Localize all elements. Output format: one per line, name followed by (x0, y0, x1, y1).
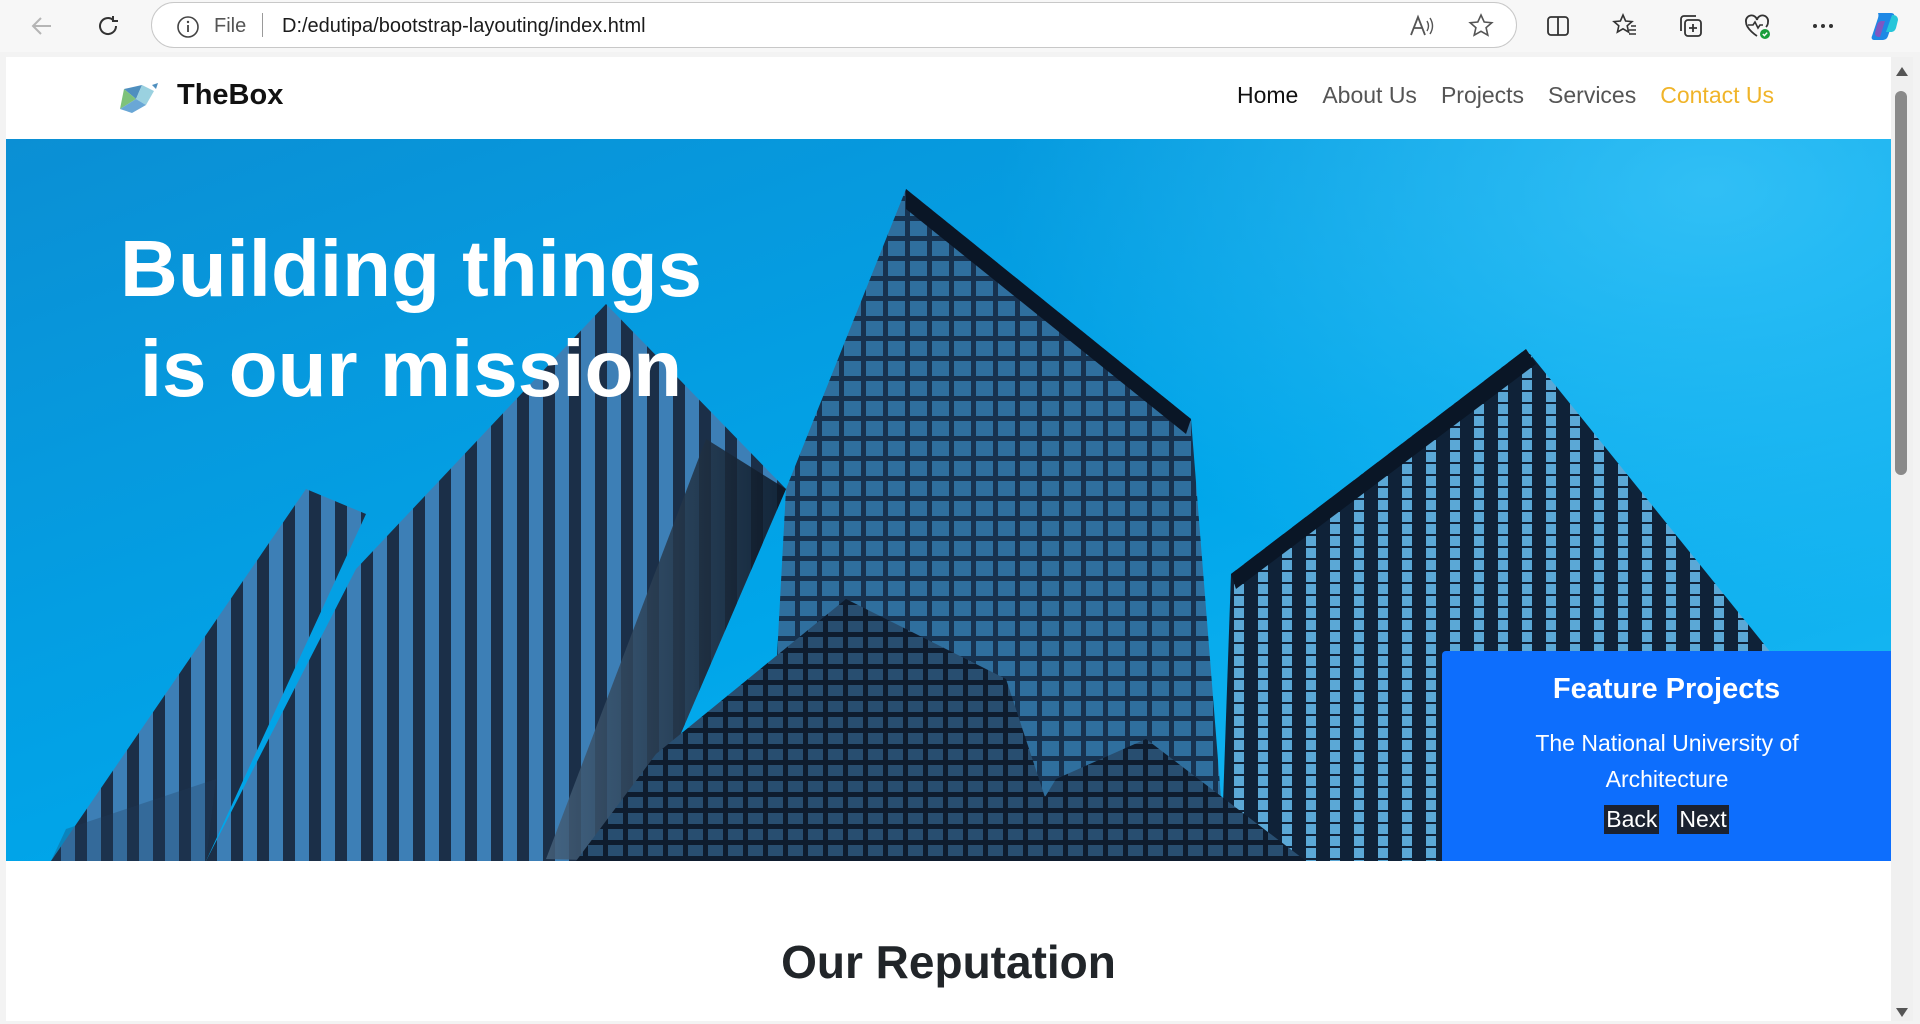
scroll-up-arrow-icon[interactable] (1896, 67, 1908, 76)
feature-card-title: Feature Projects (1552, 673, 1781, 705)
our-reputation-heading: Our Reputation (781, 936, 1116, 988)
refresh-button[interactable] (88, 6, 128, 46)
page-scrollbar[interactable] (1891, 57, 1913, 1021)
more-menu-button[interactable] (1803, 6, 1843, 46)
collections-icon (1680, 15, 1702, 37)
hero-heading: Building things is our mission (86, 219, 736, 419)
next-button[interactable]: Next (1677, 805, 1729, 834)
hero-section: Building things is our mission Feature P… (6, 139, 1891, 861)
scroll-thumb[interactable] (1895, 91, 1907, 475)
collections-button[interactable] (1671, 6, 1711, 46)
split-screen-icon (1547, 16, 1569, 36)
address-separator (262, 13, 263, 37)
brand-name[interactable]: TheBox (177, 79, 283, 112)
file-label: File (214, 15, 247, 37)
split-screen-button[interactable] (1538, 6, 1578, 46)
copilot-button[interactable] (1866, 6, 1906, 46)
hero-heading-line1: Building things (119, 224, 703, 313)
nav-projects-link[interactable]: Projects (1441, 82, 1524, 109)
scroll-down-arrow-icon[interactable] (1896, 1008, 1908, 1017)
read-aloud-icon[interactable] (1408, 13, 1434, 44)
heart-pulse-icon (1745, 14, 1770, 39)
site-navbar: TheBox Home About Us Projects Services C… (6, 57, 1891, 139)
nav-services-link[interactable]: Services (1548, 82, 1636, 109)
nav-home-link[interactable]: Home (1237, 82, 1298, 109)
address-bar[interactable]: File D:/edutipa/bootstrap-layouting/inde… (151, 2, 1517, 48)
favorites-button[interactable] (1605, 6, 1645, 46)
page-viewport: TheBox Home About Us Projects Services C… (6, 57, 1891, 1021)
nav-contact-link[interactable]: Contact Us (1660, 82, 1774, 109)
more-dots-icon (1813, 24, 1833, 28)
feature-card-subtitle: The National University of Architecture (1535, 730, 1799, 792)
refresh-icon (99, 16, 118, 35)
favorite-star-icon[interactable] (1468, 13, 1494, 44)
nav-about-link[interactable]: About Us (1322, 82, 1417, 109)
favorites-list-icon (1612, 13, 1636, 35)
hero-heading-line2: is our mission (139, 324, 683, 413)
browser-toolbar: File D:/edutipa/bootstrap-layouting/inde… (0, 0, 1920, 52)
feature-card-controls: Back Next (1442, 805, 1891, 834)
info-icon[interactable] (176, 15, 200, 44)
feature-projects-card: Feature Projects The National University… (1442, 651, 1891, 861)
browser-essentials-button[interactable] (1737, 6, 1777, 46)
arrow-left-icon (31, 17, 51, 35)
brand-logo-icon[interactable] (116, 81, 164, 122)
nav-menu: Home About Us Projects Services Contact … (1237, 82, 1774, 109)
url-text[interactable]: D:/edutipa/bootstrap-layouting/index.htm… (282, 15, 646, 38)
copilot-icon (1871, 13, 1898, 40)
back-button[interactable]: Back (1604, 805, 1660, 834)
back-nav-button[interactable] (22, 6, 62, 46)
